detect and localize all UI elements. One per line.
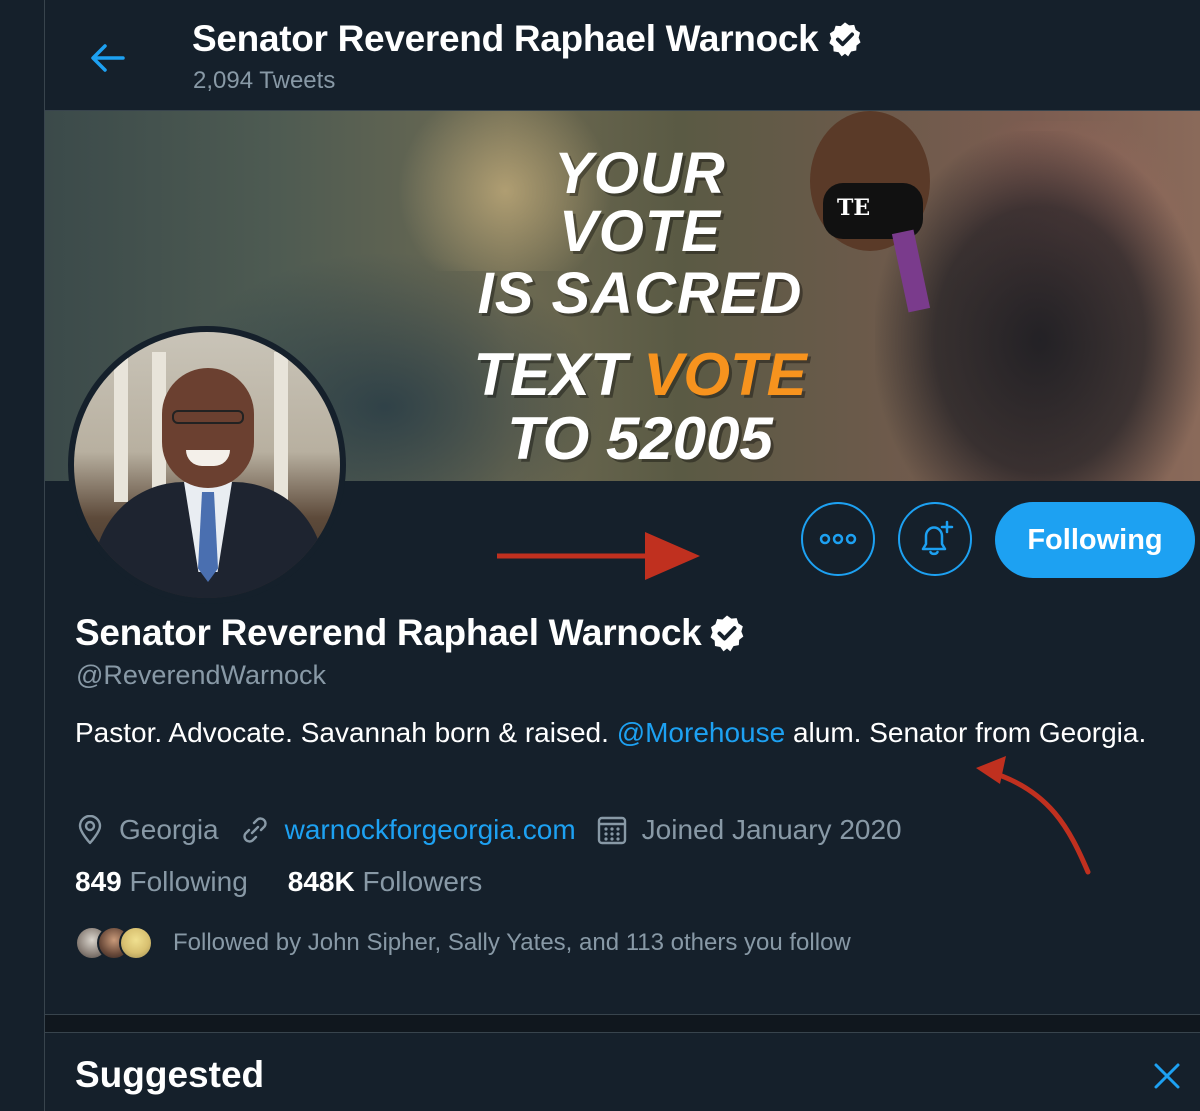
location-text: Georgia <box>119 814 219 845</box>
avatar[interactable] <box>68 326 346 604</box>
following-label: Following <box>129 866 248 897</box>
banner-line-1: YOUR VOTE <box>554 141 726 264</box>
link-icon <box>242 817 267 843</box>
dismiss-suggested-button[interactable] <box>1147 1056 1187 1096</box>
followers-count: 848K <box>287 866 355 897</box>
banner-line-4: TO 52005 <box>507 405 773 472</box>
profile-main: Senator Reverend Raphael Warnock 2,094 T… <box>45 0 1200 1111</box>
profile-name: Senator Reverend Raphael Warnock <box>75 612 702 653</box>
banner-line-3: TEXT VOTE <box>473 341 807 408</box>
verified-badge-icon <box>829 22 861 57</box>
banner-slogan: YOUR VOTE IS SACRED TEXT VOTE TO 52005 <box>465 145 815 469</box>
joined-text: Joined January 2020 <box>641 814 902 845</box>
followed-by-row[interactable]: Followed by John Sipher, Sally Yates, an… <box>75 924 851 962</box>
mask-lettering: TE <box>837 195 871 221</box>
profile-meta: Georgia warnockforgeorgia.com Joined Jan… <box>75 808 922 852</box>
back-button[interactable] <box>83 34 131 82</box>
suggested-heading: Suggested <box>75 1054 265 1095</box>
banner-line-2: IS SACRED <box>477 261 803 326</box>
avatar-photo <box>74 332 340 598</box>
back-arrow-icon <box>91 44 125 72</box>
more-options-button[interactable] <box>801 502 875 576</box>
banner-highlight: VOTE <box>643 341 807 408</box>
header-title-row: Senator Reverend Raphael Warnock <box>192 18 864 60</box>
section-gap <box>45 1015 1200 1032</box>
location-item: Georgia <box>75 814 219 846</box>
follow-stats: 849 Following 848K Followers <box>75 866 522 898</box>
close-icon <box>1154 1063 1180 1089</box>
profile-bio: Pastor. Advocate. Savannah born & raised… <box>75 717 1147 748</box>
follower-avatars <box>75 924 155 962</box>
followed-by-text: Followed by John Sipher, Sally Yates, an… <box>173 929 851 956</box>
location-pin-icon <box>78 815 102 845</box>
divider <box>45 1032 1200 1033</box>
followers-count-link[interactable]: 848K Followers <box>288 866 483 898</box>
profile-handle: @ReverendWarnock <box>76 660 327 690</box>
bell-plus-icon <box>921 520 954 556</box>
annotation-arrow-curved <box>976 756 1091 875</box>
following-count: 849 <box>75 866 122 897</box>
annotation-arrow-right <box>497 532 700 580</box>
profile-header: Senator Reverend Raphael Warnock 2,094 T… <box>45 0 1200 111</box>
more-icon <box>819 533 857 545</box>
notifications-button[interactable] <box>898 502 972 576</box>
tweet-count: 2,094 Tweets <box>193 67 336 94</box>
profile-name-row: Senator Reverend Raphael Warnock <box>75 612 747 654</box>
left-nav-column <box>0 0 45 1111</box>
bio-mention-link[interactable]: @Morehouse <box>617 717 786 748</box>
followers-label: Followers <box>362 866 483 897</box>
website-link[interactable]: warnockforgeorgia.com <box>285 814 576 846</box>
following-count-link[interactable]: 849 Following <box>75 866 248 898</box>
calendar-icon <box>597 816 626 845</box>
following-button[interactable]: Following <box>995 502 1195 578</box>
website-item: warnockforgeorgia.com <box>239 814 576 846</box>
joined-item: Joined January 2020 <box>596 814 902 846</box>
avatar <box>119 926 153 960</box>
header-title: Senator Reverend Raphael Warnock <box>192 18 819 59</box>
verified-badge-icon <box>710 615 744 652</box>
